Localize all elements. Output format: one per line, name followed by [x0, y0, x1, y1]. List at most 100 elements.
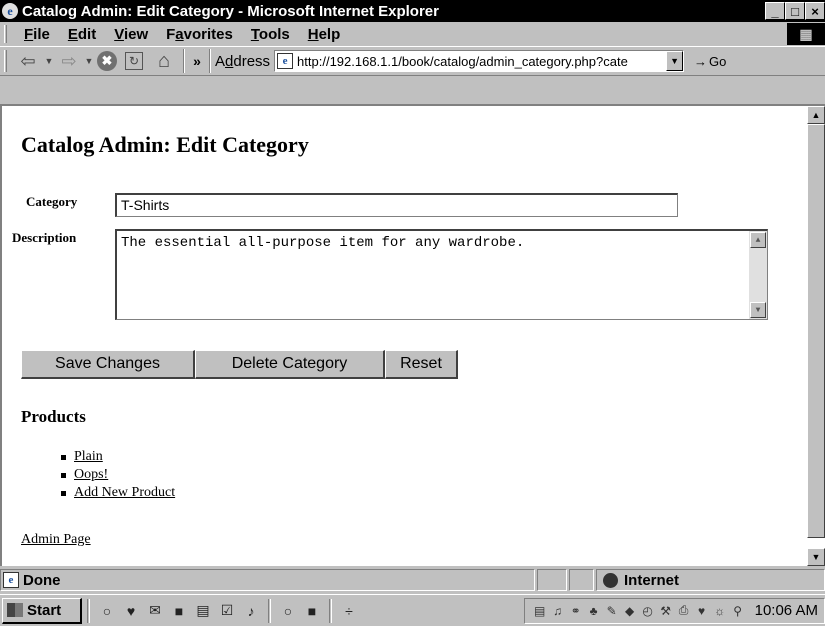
page-scroll-up-icon[interactable]: ▲	[807, 106, 825, 124]
forward-icon[interactable]: ⇨	[55, 49, 83, 73]
tray-tool-icon[interactable]: ⚒	[658, 603, 674, 619]
tray-diamond-icon[interactable]: ◆	[622, 603, 638, 619]
start-label: Start	[27, 601, 62, 619]
maximize-button[interactable]: □	[785, 2, 805, 20]
menu-view[interactable]: View	[105, 26, 157, 43]
desktop-quicklaunch-icon[interactable]: ■	[170, 602, 188, 620]
address-label: Address	[215, 52, 271, 70]
page-viewport: Catalog Admin: Edit Category Category T-…	[0, 104, 825, 566]
list-item: Plain	[52, 448, 175, 466]
page-done-icon: e	[3, 572, 19, 588]
security-zone: Internet	[596, 569, 825, 591]
toolbar-grip[interactable]	[4, 50, 7, 72]
page-scroll-down-icon[interactable]: ▼	[807, 548, 825, 566]
page-content: Catalog Admin: Edit Category Category T-…	[2, 106, 807, 566]
page-scrollbar[interactable]: ▲ ▼	[807, 106, 825, 566]
outlook-quicklaunch-icon[interactable]: ✉	[146, 602, 164, 620]
ie-quicklaunch-icon[interactable]: ○	[98, 602, 116, 620]
zone-label: Internet	[624, 571, 680, 589]
task-split-icon[interactable]: ÷	[340, 602, 358, 620]
toolbar-separator	[209, 49, 211, 73]
go-button[interactable]: → Go	[694, 54, 726, 69]
minimize-button[interactable]: _	[765, 2, 785, 20]
menu-edit[interactable]: Edit	[59, 26, 105, 43]
windows-logo-icon: ▦	[787, 23, 825, 45]
page-icon: e	[277, 53, 294, 69]
media-quicklaunch-icon[interactable]: ♪	[242, 602, 260, 620]
tray-tree-icon[interactable]: ♣	[586, 603, 602, 619]
tasks-quicklaunch-icon[interactable]: ☑	[218, 602, 236, 620]
scroll-up-icon[interactable]: ▲	[750, 232, 766, 248]
description-text: The essential all-purpose item for any w…	[121, 235, 525, 251]
start-button[interactable]: Start	[2, 597, 82, 624]
menu-file[interactable]: File	[15, 26, 59, 43]
reset-button[interactable]: Reset	[385, 350, 458, 379]
textarea-scrollbar[interactable]: ▲ ▼	[749, 231, 767, 319]
toolbar: ⇦ ▼ ⇨ ▼ ✖ ↻ ⌂ » Address e http://192.168…	[0, 46, 825, 76]
back-icon[interactable]: ⇦	[13, 49, 43, 73]
list-item: Oops!	[52, 466, 175, 484]
description-textarea[interactable]: The essential all-purpose item for any w…	[115, 229, 768, 320]
taskbar-separator	[329, 598, 332, 623]
tray-sun-icon[interactable]: ☼	[712, 603, 728, 619]
status-text: Done	[23, 571, 61, 589]
product-link-plain[interactable]: Plain	[74, 449, 103, 464]
tray-chat-icon[interactable]: ♥	[694, 603, 710, 619]
refresh-icon: ↻	[125, 52, 143, 70]
chat-quicklaunch-icon[interactable]: ♥	[122, 602, 140, 620]
taskbar-separator	[268, 598, 271, 623]
page-scroll-thumb[interactable]	[807, 124, 825, 538]
products-heading: Products	[21, 407, 86, 426]
menu-help[interactable]: Help	[299, 26, 350, 43]
admin-page-link[interactable]: Admin Page	[21, 532, 91, 548]
go-arrow-icon: →	[694, 53, 708, 69]
taskbar-separator	[87, 598, 90, 623]
product-link-oops[interactable]: Oops!	[74, 467, 108, 482]
address-bar[interactable]: e http://192.168.1.1/book/catalog/admin_…	[274, 50, 685, 72]
globe-icon	[603, 572, 618, 588]
list-item: Add New Product	[52, 484, 175, 502]
address-input[interactable]: http://192.168.1.1/book/catalog/admin_ca…	[297, 54, 666, 69]
menu-bar: File Edit View Favorites Tools Help ▦	[0, 22, 825, 46]
taskbar: Start ○ ♥ ✉ ■ ▤ ☑ ♪ ○ ■ ÷ ▤ ♫ ⚭ ♣ ✎ ◆ ◴ …	[0, 594, 825, 626]
menu-grip[interactable]	[4, 25, 7, 43]
address-dropdown-icon[interactable]: ▼	[666, 51, 684, 71]
task-ie-icon[interactable]: ○	[279, 602, 297, 620]
menu-favorites[interactable]: Favorites	[157, 26, 242, 43]
tray-printer-icon[interactable]: ⎙	[676, 603, 692, 619]
status-bar: e Done Internet	[0, 568, 825, 592]
menu-tools[interactable]: Tools	[242, 26, 299, 43]
product-list: Plain Oops! Add New Product	[52, 448, 175, 502]
description-label: Description	[12, 230, 77, 245]
task-window-icon[interactable]: ■	[303, 602, 321, 620]
back-dropdown-icon[interactable]: ▼	[43, 49, 55, 73]
home-icon[interactable]: ⌂	[149, 49, 179, 73]
tray-clock-icon[interactable]: ◴	[640, 603, 656, 619]
add-new-product-link[interactable]: Add New Product	[74, 485, 175, 500]
status-cell	[569, 569, 594, 591]
refresh-button[interactable]: ↻	[119, 49, 149, 73]
scroll-down-icon[interactable]: ▼	[750, 302, 766, 318]
toolbar-more-icon[interactable]: »	[189, 49, 205, 73]
tray-link-icon[interactable]: ⚭	[568, 603, 584, 619]
tray-edit-icon[interactable]: ✎	[604, 603, 620, 619]
category-label: Category	[26, 194, 78, 209]
close-button[interactable]: ×	[805, 2, 825, 20]
stop-icon: ✖	[97, 51, 117, 71]
tray-volume-icon[interactable]: ♫	[550, 603, 566, 619]
tray-search-icon[interactable]: ⚲	[730, 603, 746, 619]
ie-icon: e	[2, 3, 18, 19]
windows-flag-icon	[7, 603, 23, 617]
page-title: Catalog Admin: Edit Category	[21, 132, 309, 157]
tray-network-icon[interactable]: ▤	[532, 603, 548, 619]
stop-button[interactable]: ✖	[95, 49, 119, 73]
delete-category-button[interactable]: Delete Category	[195, 350, 385, 379]
clock: 10:06 AM	[754, 602, 818, 619]
system-tray: ▤ ♫ ⚭ ♣ ✎ ◆ ◴ ⚒ ⎙ ♥ ☼ ⚲ 10:06 AM	[523, 597, 825, 624]
explorer-quicklaunch-icon[interactable]: ▤	[194, 602, 212, 620]
category-input[interactable]: T-Shirts	[115, 193, 678, 217]
window-title: Catalog Admin: Edit Category - Microsoft…	[22, 2, 439, 20]
save-changes-button[interactable]: Save Changes	[21, 350, 195, 379]
forward-dropdown-icon[interactable]: ▼	[83, 49, 95, 73]
toolbar-separator	[183, 49, 185, 73]
